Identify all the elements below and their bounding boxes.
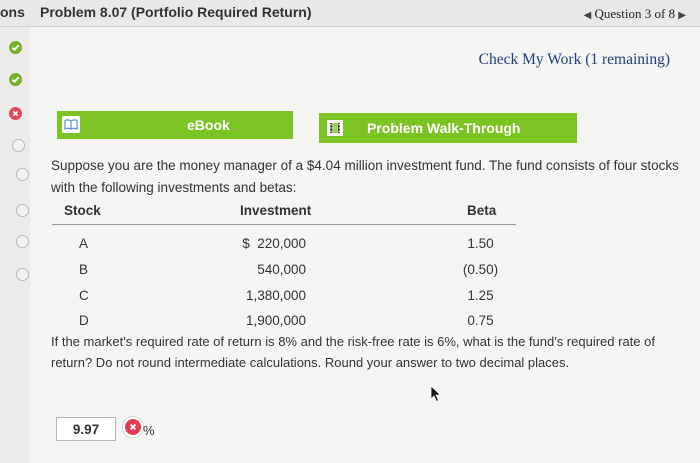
table-row-investment: 1,900,000 [245,313,306,328]
left-fragment: ons [0,4,25,20]
answer-input[interactable]: 9.97 [56,417,116,441]
problem-title: Problem 8.07 (Portfolio Required Return) [40,4,312,20]
incorrect-x-icon[interactable] [9,107,22,120]
table-row-investment: 540,000 [257,262,306,277]
table-row-beta: (0.50) [462,262,499,277]
question-status-strip [0,27,30,463]
check-my-work-link[interactable]: Check My Work (1 remaining) [479,51,670,69]
table-row-beta: 1.25 [467,288,494,303]
ebook-button[interactable]: eBook [57,111,293,139]
table-row-stock: A [79,236,89,251]
table-row-investment: 1,380,000 [245,288,306,303]
table-row-stock: B [79,262,89,277]
table-row-stock: C [79,288,89,303]
table-row-investment: $ 220,000 [242,236,306,251]
table-row-beta: 0.75 [467,313,494,328]
next-question-icon[interactable]: ▶ [678,10,686,21]
correct-check-icon[interactable] [9,73,22,86]
mouse-cursor-icon [430,385,442,403]
question-nav[interactable]: ◀ Question 3 of 8 ▶ [584,6,686,22]
unanswered-circle-icon[interactable] [16,168,29,181]
header-investment: Investment [240,203,312,218]
incorrect-x-icon [123,417,143,437]
unanswered-circle-icon[interactable] [16,235,29,248]
top-bar: ons Problem 8.07 (Portfolio Required Ret… [0,0,700,27]
header-divider [52,224,516,225]
header-stock: Stock [64,203,101,218]
header-beta: Beta [467,203,497,218]
ebook-label: eBook [187,117,230,133]
table-row-stock: D [79,313,89,328]
table-row-beta: 1.50 [467,236,494,251]
unanswered-circle-icon[interactable] [16,268,29,281]
correct-check-icon[interactable] [9,41,22,54]
book-icon [62,116,80,133]
problem-panel: Check My Work (1 remaining) eBook Proble… [30,27,700,463]
question-counter: Question 3 of 8 [594,6,676,21]
walkthrough-label: Problem Walk-Through [367,120,521,136]
unanswered-circle-icon[interactable] [12,139,25,152]
unanswered-circle-icon[interactable] [16,204,29,217]
prompt-text: If the market's required rate of return … [51,334,655,370]
question-text: Suppose you are the money manager of a $… [51,158,679,195]
percent-unit: % [143,423,155,438]
prev-question-icon[interactable]: ◀ [584,10,592,21]
film-icon [327,120,343,136]
walkthrough-button[interactable]: Problem Walk-Through [319,113,577,143]
